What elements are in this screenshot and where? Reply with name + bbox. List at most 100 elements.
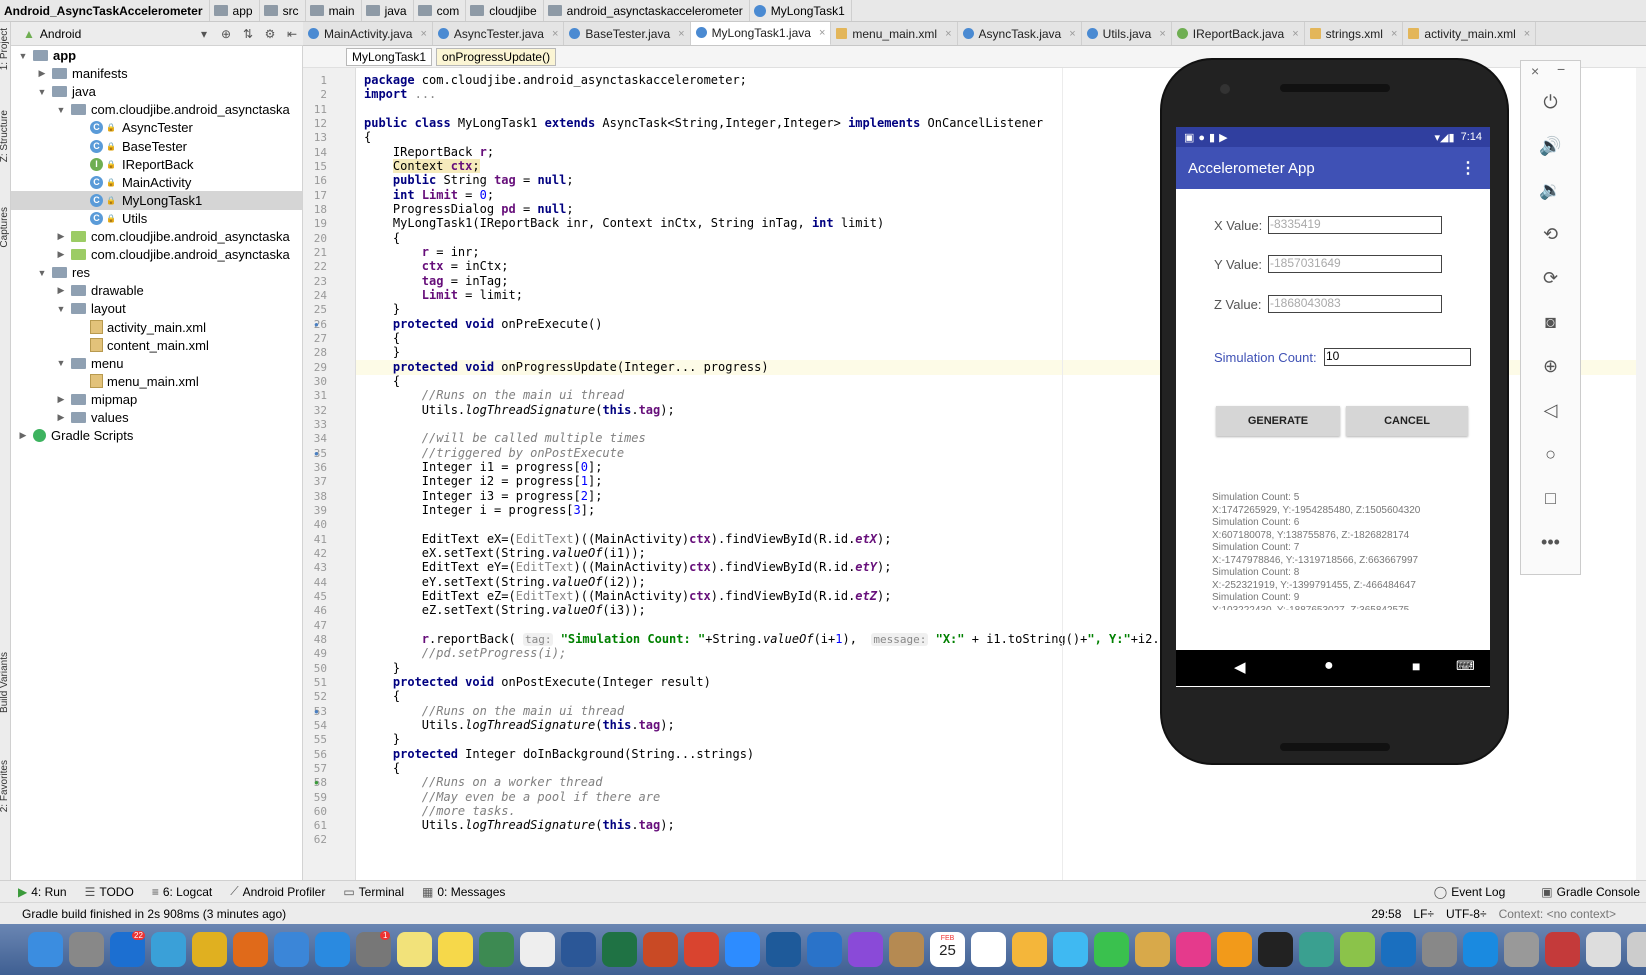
project-view-mode[interactable]: Android: [40, 27, 81, 41]
vpn-icon[interactable]: [1422, 932, 1457, 967]
keyboard-icon[interactable]: ⌨: [1456, 658, 1475, 674]
status-message[interactable]: Gradle build finished in 2s 908ms (3 min…: [22, 907, 286, 921]
view-mode-dropdown-icon[interactable]: ▾: [193, 27, 215, 41]
breadcrumb-item[interactable]: android_asynctaskaccelerometer: [544, 0, 750, 21]
generate-button[interactable]: GENERATE: [1216, 406, 1340, 436]
editor-tab[interactable]: strings.xml ×: [1305, 22, 1404, 45]
y-value-field[interactable]: -1857031649: [1268, 255, 1442, 273]
minimize-icon[interactable]: −: [1557, 61, 1565, 77]
tools-icon[interactable]: [1504, 932, 1539, 967]
zoom-icon[interactable]: [725, 932, 760, 967]
tree-item[interactable]: C 🔒 Utils: [11, 209, 302, 228]
tree-item[interactable]: ▶ manifests: [11, 64, 302, 83]
line-separator[interactable]: LF÷: [1413, 907, 1434, 921]
editor-tab[interactable]: MyLongTask1.java ×: [690, 22, 832, 45]
safari-icon[interactable]: [274, 932, 309, 967]
breadcrumb-item[interactable]: MyLongTask1: [750, 0, 852, 21]
editor-breadcrumb-class[interactable]: MyLongTask1: [346, 47, 433, 66]
android-studio-icon[interactable]: [479, 932, 514, 967]
close-tab-icon[interactable]: ×: [1159, 28, 1165, 40]
emulator-screen[interactable]: ▣●▮▶ ▾◢▮ 7:14 Accelerometer App ⋮ X Valu…: [1176, 127, 1490, 687]
tree-item[interactable]: menu_main.xml: [11, 372, 302, 391]
maps-icon[interactable]: [151, 932, 186, 967]
editor-tab[interactable]: Utils.java ×: [1082, 22, 1172, 45]
file-encoding[interactable]: UTF-8÷: [1446, 907, 1487, 921]
screenshot-camera-icon[interactable]: ◙: [1521, 312, 1580, 333]
expanded-arrow-icon[interactable]: ▼: [55, 304, 67, 314]
volume-up-icon[interactable]: 🔊: [1521, 136, 1580, 157]
expanded-arrow-icon[interactable]: ▼: [36, 268, 48, 278]
nav-back-icon[interactable]: ◀: [1234, 658, 1246, 676]
structure-tool-tab[interactable]: Z: Structure: [0, 110, 11, 162]
editor-tab[interactable]: AsyncTester.java ×: [433, 22, 565, 45]
editor-tab[interactable]: menu_main.xml ×: [831, 22, 958, 45]
collapsed-arrow-icon[interactable]: ▶: [36, 68, 48, 79]
vscode-icon[interactable]: [1381, 932, 1416, 967]
word-icon[interactable]: [561, 932, 596, 967]
collapsed-arrow-icon[interactable]: ▶: [55, 231, 67, 242]
close-tab-icon[interactable]: ×: [1069, 28, 1075, 40]
tree-item[interactable]: ▶ com.cloudjibe.android_asynctaska: [11, 227, 302, 246]
simulation-count-field[interactable]: 10: [1324, 348, 1471, 366]
z-value-field[interactable]: -1868043083: [1268, 295, 1442, 313]
documents-icon[interactable]: [1586, 932, 1621, 967]
tree-item[interactable]: ▼ com.cloudjibe.android_asynctaska: [11, 100, 302, 119]
overflow-menu-icon[interactable]: ⋮: [1460, 158, 1476, 178]
firefox-icon[interactable]: [233, 932, 268, 967]
tree-item[interactable]: ▼ layout: [11, 299, 302, 318]
powerpoint-icon[interactable]: [643, 932, 678, 967]
close-icon[interactable]: ×: [1531, 63, 1539, 79]
calendar-icon[interactable]: FEB 25: [930, 932, 965, 967]
editor-tab[interactable]: BaseTester.java ×: [564, 22, 691, 45]
tree-item[interactable]: ▶ com.cloudjibe.android_asynctaska: [11, 245, 302, 264]
tool-window-button[interactable]: ▦ 0: Messages: [422, 885, 505, 899]
breadcrumb-item[interactable]: Android_AsyncTaskAccelerometer: [0, 0, 210, 21]
expanded-arrow-icon[interactable]: ▼: [55, 105, 67, 115]
chrome-icon[interactable]: [192, 932, 227, 967]
hide-panel-icon[interactable]: ⇤: [281, 27, 303, 41]
siri-icon[interactable]: [848, 932, 883, 967]
close-tab-icon[interactable]: ×: [1292, 28, 1298, 40]
nav-home-icon[interactable]: ●: [1324, 657, 1334, 675]
project-tool-tab[interactable]: 1: Project: [0, 28, 11, 70]
breadcrumb-item[interactable]: src: [260, 0, 306, 21]
x-value-field[interactable]: -8335419: [1268, 216, 1442, 234]
wireshark-icon[interactable]: [766, 932, 801, 967]
collapse-icon[interactable]: ⇅: [237, 27, 259, 41]
tool-window-button[interactable]: ▶ 4: Run: [18, 885, 67, 899]
tree-item[interactable]: ▼ java: [11, 82, 302, 101]
excel-icon[interactable]: [602, 932, 637, 967]
back-icon[interactable]: ◁: [1521, 400, 1580, 421]
volume-down-icon[interactable]: 🔉: [1521, 180, 1580, 201]
textedit-icon[interactable]: [520, 932, 555, 967]
override-marker-icon[interactable]: ●: [314, 707, 319, 716]
close-tab-icon[interactable]: ×: [420, 28, 426, 40]
editor-tab[interactable]: IReportBack.java ×: [1172, 22, 1305, 45]
nav-recents-icon[interactable]: ■: [1412, 658, 1420, 674]
breadcrumb-item[interactable]: java: [362, 0, 414, 21]
sync-icon[interactable]: ⊕: [215, 27, 237, 41]
captures-tool-tab[interactable]: Captures: [0, 207, 11, 248]
close-tab-icon[interactable]: ×: [1524, 28, 1530, 40]
box-icon[interactable]: [807, 932, 842, 967]
xcode-icon[interactable]: [1463, 932, 1498, 967]
editor-breadcrumb-method[interactable]: onProgressUpdate(): [436, 47, 557, 66]
tree-item[interactable]: ▼ menu: [11, 354, 302, 373]
screenrecorder-icon[interactable]: [684, 932, 719, 967]
expanded-arrow-icon[interactable]: ▼: [55, 358, 67, 368]
editor-scrollbar[interactable]: [1636, 68, 1646, 881]
tree-item[interactable]: C 🔒 MyLongTask1: [11, 190, 302, 210]
close-tab-icon[interactable]: ×: [945, 28, 951, 40]
rotate-left-icon[interactable]: ⟲: [1521, 224, 1580, 245]
close-tab-icon[interactable]: ×: [552, 28, 558, 40]
settings-gear-icon[interactable]: ⚙: [259, 27, 281, 41]
notes-icon[interactable]: [397, 932, 432, 967]
contacts-icon[interactable]: [889, 932, 924, 967]
facetime-icon[interactable]: [1094, 932, 1129, 967]
power-icon[interactable]: ⏻: [1521, 92, 1580, 113]
launchpad-icon[interactable]: [69, 932, 104, 967]
tree-item[interactable]: C 🔒 BaseTester: [11, 137, 302, 156]
tool-window-button[interactable]: ⟋ Android Profiler: [230, 884, 325, 899]
implement-marker-icon[interactable]: ●: [314, 778, 319, 787]
caret-position[interactable]: 29:58: [1371, 907, 1401, 921]
